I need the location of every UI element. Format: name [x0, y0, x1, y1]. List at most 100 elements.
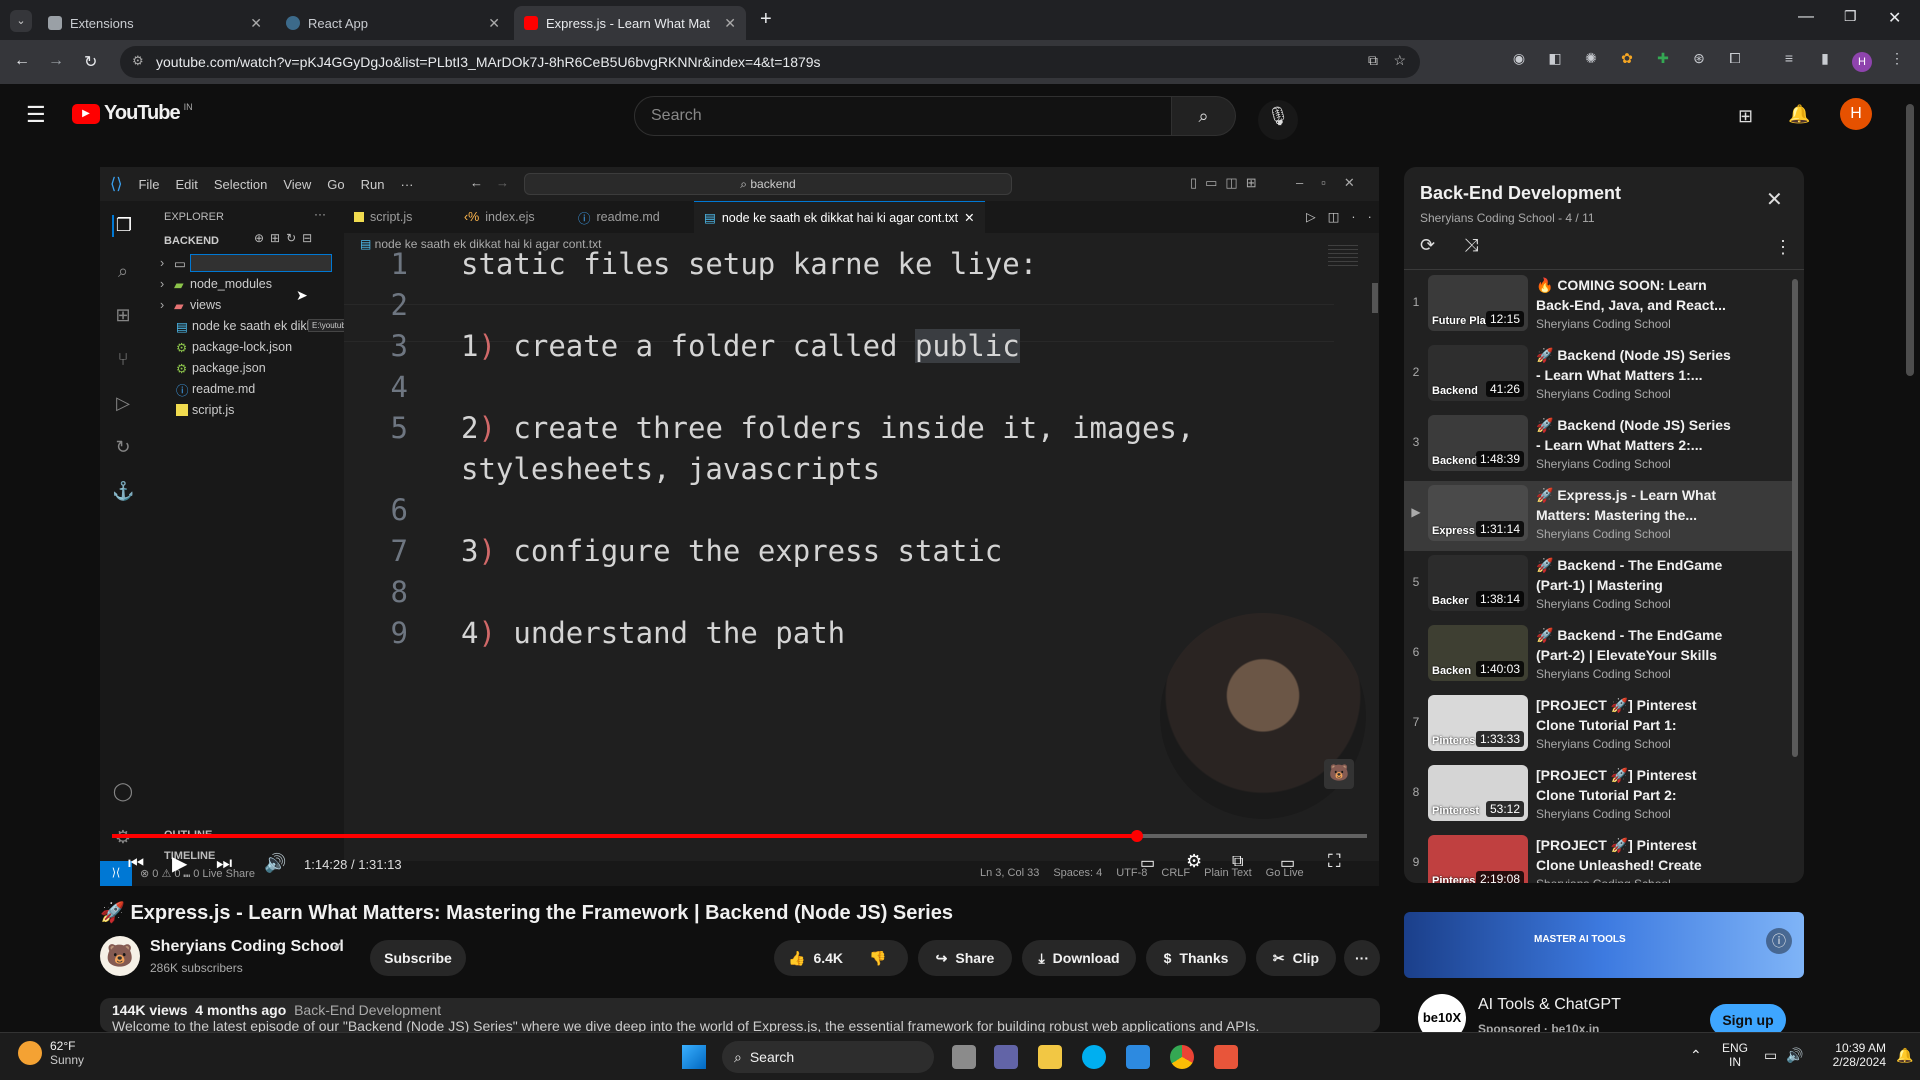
- video-thumbnail[interactable]: Express 1:31:14: [1428, 485, 1528, 541]
- video-player[interactable]: ⟨⟩ File Edit Selection View Go Run ··· ←…: [100, 167, 1379, 886]
- vscode-icon[interactable]: [1126, 1045, 1150, 1069]
- file-explorer-icon[interactable]: [1038, 1045, 1062, 1069]
- ad-banner[interactable]: MASTER AI TOOLS ⓘ: [1404, 912, 1804, 978]
- close-icon[interactable]: ✕: [250, 15, 262, 32]
- notifications-bell-icon[interactable]: 🔔: [1788, 104, 1810, 125]
- youtube-logo[interactable]: ▶ YouTube IN: [72, 102, 193, 125]
- miniplayer-icon[interactable]: ⧉: [1232, 853, 1243, 871]
- extension-icon[interactable]: ◧: [1546, 50, 1564, 68]
- live-share-icon[interactable]: ↻: [112, 437, 134, 459]
- fullscreen-icon[interactable]: ⛶: [1328, 851, 1341, 872]
- command-center[interactable]: ⌕ backend: [524, 173, 1012, 195]
- editor-tab-readme[interactable]: ⓘ readme.md: [568, 201, 670, 233]
- file-views[interactable]: › ▰ views: [160, 295, 221, 315]
- like-icon[interactable]: 👍: [788, 950, 805, 967]
- folder-name[interactable]: BACKEND: [164, 235, 219, 247]
- play-icon[interactable]: ▶: [172, 851, 187, 876]
- search-input[interactable]: Search: [634, 96, 1172, 136]
- playlist-item[interactable]: 6 Backen 1:40:03 🚀 Backend - The EndGame (P…: [1404, 621, 1796, 691]
- video-thumbnail[interactable]: Backend 41:26: [1428, 345, 1528, 401]
- browser-tab-extensions[interactable]: Extensions ✕: [38, 6, 272, 40]
- teams-icon[interactable]: [994, 1045, 1018, 1069]
- install-icon[interactable]: ⧉: [1368, 52, 1378, 69]
- file-package-lock[interactable]: ⚙ package-lock.json: [176, 337, 292, 357]
- captions-icon[interactable]: ▭: [1140, 853, 1155, 873]
- hamburger-menu-icon[interactable]: ☰: [26, 102, 46, 128]
- extension-icon[interactable]: ✿: [1618, 50, 1636, 68]
- profile-avatar[interactable]: H: [1852, 52, 1872, 72]
- create-icon[interactable]: ⊞: [1738, 106, 1753, 127]
- close-icon[interactable]: ✕: [1766, 187, 1783, 212]
- playlist-item[interactable]: 2 Backend 41:26 🚀 Backend (Node JS) Series …: [1404, 341, 1796, 411]
- source-control-icon[interactable]: ⑂: [112, 349, 134, 371]
- volume-icon[interactable]: 🔊: [1786, 1047, 1803, 1064]
- account-avatar[interactable]: H: [1840, 98, 1872, 130]
- voice-search-icon[interactable]: 🎙: [1258, 100, 1298, 140]
- accounts-icon[interactable]: ◯: [112, 781, 134, 803]
- file-readme[interactable]: ⓘ readme.md: [176, 379, 255, 399]
- extension-icon[interactable]: ⊛: [1690, 50, 1708, 68]
- restore-button[interactable]: ❐: [1844, 8, 1857, 25]
- file-script-js[interactable]: script.js: [176, 400, 234, 420]
- video-thumbnail[interactable]: Pinterest 53:12: [1428, 765, 1528, 821]
- editor-tab-script-js[interactable]: script.js: [344, 201, 422, 233]
- playlist-item[interactable]: 8 Pinterest 53:12 [PROJECT 🚀] Pinterest Clo…: [1404, 761, 1796, 831]
- volume-icon[interactable]: 🔊: [264, 853, 286, 874]
- playlist-video-title[interactable]: [PROJECT 🚀] Pinterest Clone Tutorial Par…: [1536, 695, 1736, 735]
- playlist-video-title[interactable]: 🚀 Backend - The EndGame (Part-1) | Maste…: [1536, 555, 1736, 595]
- layout-icons[interactable]: ▯▭◫⊞: [1190, 175, 1265, 191]
- tray-chevron-icon[interactable]: ⌃: [1690, 1047, 1702, 1064]
- clock[interactable]: 10:39 AM 2/28/2024: [1814, 1041, 1886, 1069]
- playlist-video-title[interactable]: 🚀 Backend (Node JS) Series - Learn What …: [1536, 415, 1736, 455]
- menu-go[interactable]: Go: [327, 177, 344, 192]
- skype-icon[interactable]: [1082, 1045, 1106, 1069]
- playlist-video-title[interactable]: 🚀 Backend (Node JS) Series - Learn What …: [1536, 345, 1736, 385]
- clip-button[interactable]: ✂ Clip: [1256, 940, 1336, 976]
- menu-selection[interactable]: Selection: [214, 177, 267, 192]
- playlist-menu-icon[interactable]: ⋮: [1774, 237, 1792, 258]
- tab-search-button[interactable]: ⌄: [10, 10, 32, 32]
- explorer-actions[interactable]: ⊕⊞↻⊟: [254, 231, 318, 245]
- search-button[interactable]: ⌕: [1172, 96, 1236, 136]
- file-package-json[interactable]: ⚙ package.json: [176, 358, 266, 378]
- notification-bell-icon[interactable]: 🔔: [1896, 1047, 1913, 1064]
- menu-view[interactable]: View: [283, 177, 311, 192]
- more-actions-button[interactable]: ···: [1344, 940, 1380, 976]
- explorer-icon[interactable]: ❐: [112, 215, 134, 237]
- more-menu-icon[interactable]: ⋮: [1888, 50, 1906, 68]
- file-txt[interactable]: ▤ node ke saath ek dikk: [176, 316, 313, 336]
- loop-icon[interactable]: ⟳: [1420, 235, 1435, 256]
- site-info-icon[interactable]: ⚙: [132, 53, 144, 69]
- extensions-icon[interactable]: ⊞: [112, 305, 134, 327]
- extension-icon[interactable]: ✺: [1582, 50, 1600, 68]
- next-icon[interactable]: ⏭: [216, 853, 232, 874]
- address-bar[interactable]: ⚙ youtube.com/watch?v=pKJ4GGyDgJo&list=P…: [120, 46, 1420, 78]
- playlist-scrollbar[interactable]: [1792, 279, 1798, 757]
- vscode-editor[interactable]: ▤ node ke saath ek dikkat hai ki agar co…: [344, 233, 1379, 861]
- editor-tab-active-txt[interactable]: ▤ node ke saath ek dikkat hai ki agar co…: [694, 201, 985, 233]
- bookmark-star-icon[interactable]: ☆: [1393, 52, 1406, 69]
- playlist-item[interactable]: 5 Backer 1:38:14 🚀 Backend - The EndGame (P…: [1404, 551, 1796, 621]
- playlist-tag[interactable]: Back-End Development: [294, 1002, 441, 1018]
- like-count[interactable]: 6.4K: [813, 950, 843, 966]
- close-icon[interactable]: ✕: [724, 15, 736, 32]
- video-thumbnail[interactable]: Pinteres 2:19:08: [1428, 835, 1528, 883]
- media-control-icon[interactable]: ≡: [1780, 50, 1798, 68]
- nav-back-icon[interactable]: ←: [470, 175, 483, 190]
- nav-forward-icon[interactable]: →: [496, 175, 509, 190]
- description-box[interactable]: 144K views 4 months ago Back-End Develop…: [100, 998, 1380, 1032]
- playlist-item[interactable]: 3 Backend 1:48:39 🚀 Backend (Node JS) Serie…: [1404, 411, 1796, 481]
- video-thumbnail[interactable]: Backer 1:38:14: [1428, 555, 1528, 611]
- chrome-icon[interactable]: [1170, 1045, 1194, 1069]
- playlist-item[interactable]: 9 Pinteres 2:19:08 [PROJECT 🚀] Pinterest Cl…: [1404, 831, 1796, 883]
- extension-icon[interactable]: ✚: [1654, 50, 1672, 68]
- editor-actions[interactable]: ▷◫···: [1306, 209, 1379, 224]
- network-icon[interactable]: ▭: [1764, 1047, 1777, 1064]
- menu-file[interactable]: File: [138, 177, 159, 192]
- video-thumbnail[interactable]: Future Pla 12:15: [1428, 275, 1528, 331]
- channel-name[interactable]: Sheryians Coding School: [150, 938, 344, 956]
- browser-tab-react-app[interactable]: React App ✕: [276, 6, 510, 40]
- info-icon[interactable]: ⓘ: [1766, 928, 1792, 954]
- theater-mode-icon[interactable]: ▭: [1280, 853, 1295, 873]
- video-thumbnail[interactable]: Backend 1:48:39: [1428, 415, 1528, 471]
